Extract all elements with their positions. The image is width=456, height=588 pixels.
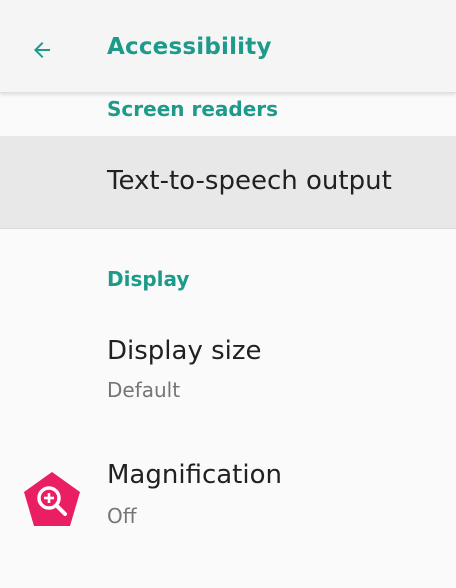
page-title: Accessibility — [107, 34, 272, 60]
item-summary: Off — [107, 504, 137, 528]
arrow-back-icon — [34, 42, 50, 58]
magnification-icon — [24, 472, 80, 526]
list-item-text-to-speech[interactable]: Text-to-speech output — [0, 136, 456, 229]
item-title: Text-to-speech output — [107, 166, 392, 196]
accessibility-screen: Accessibility Screen readers Text-to-spe… — [0, 0, 456, 588]
category-display: Display — [107, 267, 190, 291]
list-item-magnification[interactable]: Magnification Off — [0, 448, 456, 548]
back-button[interactable] — [22, 30, 62, 70]
item-summary: Default — [107, 378, 181, 402]
item-title: Display size — [107, 336, 262, 366]
list-item-display-size[interactable]: Display size Default — [0, 328, 456, 418]
app-bar: Accessibility — [0, 0, 456, 93]
item-title: Magnification — [107, 460, 282, 490]
category-screen-readers: Screen readers — [107, 97, 279, 121]
